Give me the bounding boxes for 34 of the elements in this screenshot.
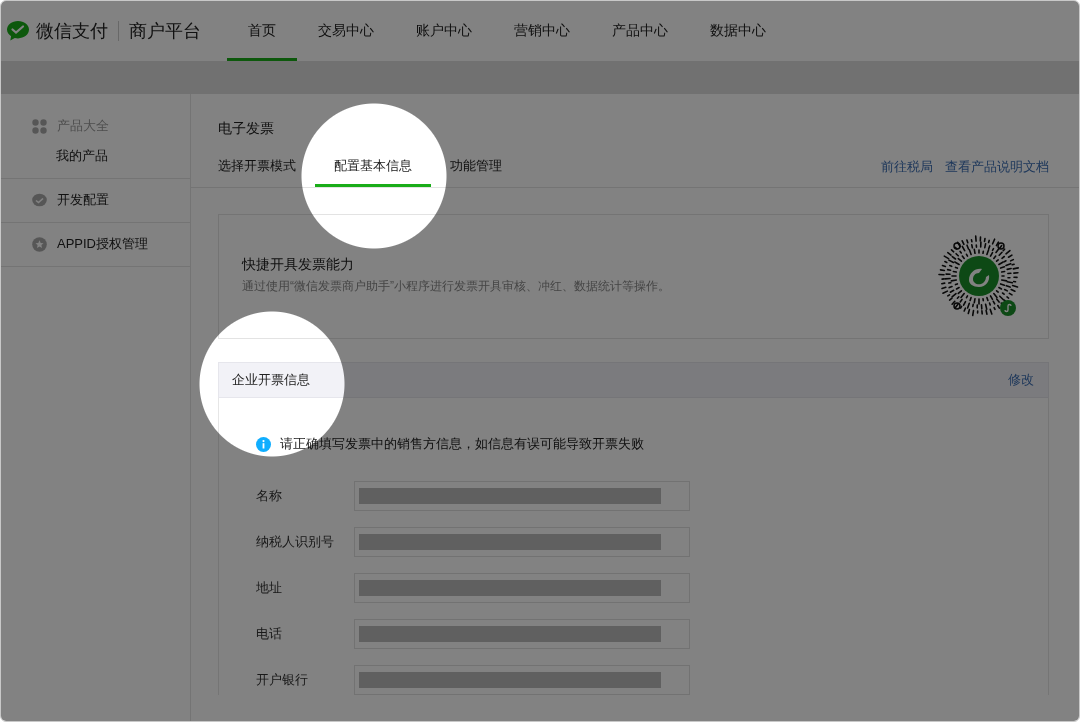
check-bubble-icon — [32, 192, 47, 208]
field-label: 名称 — [256, 487, 283, 505]
brand-name: 微信支付 — [36, 20, 108, 43]
nav-tab[interactable]: 交易中心 — [297, 1, 395, 61]
sidebar-item[interactable]: APPID授权管理 — [57, 235, 148, 253]
sidebar-item[interactable]: 我的产品 — [1, 145, 190, 167]
tab[interactable]: 选择开票模式 — [199, 157, 315, 187]
tab[interactable]: 功能管理 — [431, 157, 521, 187]
field-label: 电话 — [256, 625, 283, 643]
tab[interactable]: 配置基本信息 — [315, 157, 431, 187]
input-field[interactable] — [354, 573, 690, 603]
grid-icon — [32, 118, 47, 134]
notice-text: 请正确填写发票中的销售方信息，如信息有误可能导致开票失败 — [280, 435, 644, 453]
field-label: 地址 — [256, 579, 283, 597]
nav-tab[interactable]: 产品中心 — [591, 1, 689, 61]
page-title: 电子发票 — [218, 119, 275, 137]
input-field[interactable] — [354, 481, 690, 511]
nav-tab[interactable]: 账户中心 — [395, 1, 493, 61]
platform-name: 商户平台 — [129, 20, 201, 43]
nav-tab[interactable]: 数据中心 — [689, 1, 787, 61]
input-field[interactable] — [354, 665, 690, 695]
edit-link[interactable]: 修改 — [1008, 371, 1034, 389]
link[interactable]: 查看产品说明文档 — [945, 158, 1049, 176]
field-label: 纳税人识别号 — [256, 533, 335, 551]
nav-tab[interactable]: 营销中心 — [493, 1, 591, 61]
check-bubble-icon — [6, 20, 30, 42]
link[interactable]: 前往税局 — [881, 158, 933, 176]
promo-title: 快捷开具发票能力 — [242, 255, 355, 274]
input-field[interactable] — [354, 619, 690, 649]
field-label: 开户银行 — [256, 671, 309, 689]
section-title: 企业开票信息 — [232, 371, 310, 389]
input-field[interactable] — [354, 527, 690, 557]
sidebar-item[interactable]: 开发配置 — [57, 191, 109, 209]
info-icon — [256, 436, 271, 452]
